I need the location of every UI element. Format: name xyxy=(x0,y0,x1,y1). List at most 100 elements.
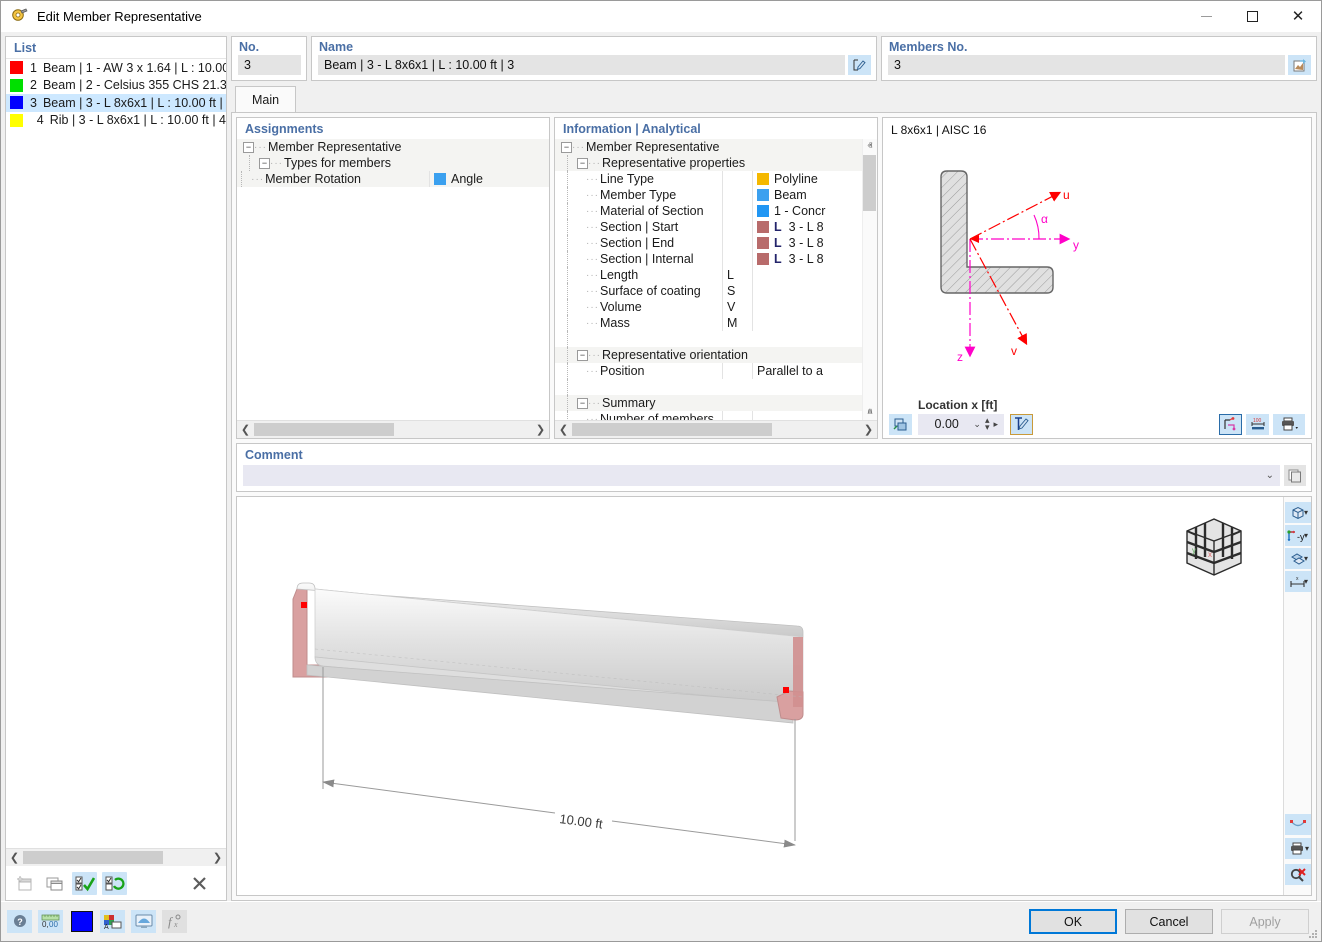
tree-row[interactable]: ···· Member Type Beam xyxy=(555,187,862,203)
scroll-right-arrow-icon[interactable]: ❯ xyxy=(860,423,877,436)
navigation-cube[interactable]: x y xyxy=(1177,509,1251,586)
scroll-track[interactable] xyxy=(23,851,209,864)
assignments-tree[interactable]: − ··· Member Representative − ··· Types … xyxy=(237,139,549,420)
scroll-thumb[interactable] xyxy=(254,423,394,436)
tree-row[interactable]: − ··· Member Representative xyxy=(237,139,549,155)
minimize-button[interactable] xyxy=(1183,1,1229,32)
chevron-down-icon[interactable]: ▾ xyxy=(1304,508,1308,517)
comment-library-icon[interactable] xyxy=(1284,465,1306,486)
label-tool-icon[interactable] xyxy=(1010,413,1033,435)
scroll-right-arrow-icon[interactable]: ❯ xyxy=(209,851,226,864)
information-horizontal-scrollbar[interactable]: ❮ ❯ xyxy=(555,420,877,438)
tree-row[interactable]: − ··· Representative orientation xyxy=(555,347,862,363)
information-vertical-scrollbar[interactable]: ⱏ ⱞ xyxy=(862,139,877,421)
scroll-left-arrow-icon[interactable]: ❮ xyxy=(6,851,23,864)
formula-button[interactable]: fx xyxy=(162,910,187,933)
chevron-down-icon[interactable]: ▾ xyxy=(1305,844,1309,853)
chevron-down-icon[interactable]: ⌄ xyxy=(1266,470,1274,481)
tree-row[interactable]: ···· Position Parallel to a xyxy=(555,363,862,379)
units-button[interactable]: 0, 00 xyxy=(38,910,63,933)
tree-row[interactable]: − ··· Types for members xyxy=(237,155,549,171)
tree-row[interactable]: ···· Mass M xyxy=(555,315,862,331)
tree-row[interactable]: ···· Line Type Polyline xyxy=(555,171,862,187)
clear-zoom-button[interactable] xyxy=(1285,864,1311,885)
section-3d-toggle-icon[interactable] xyxy=(889,413,912,435)
section-drawing[interactable]: y z u v α xyxy=(883,137,1311,410)
tree-row[interactable]: ···· Length L xyxy=(555,267,862,283)
section-title: L 8x6x1 | AISC 16 xyxy=(891,123,987,137)
item-number: 2 xyxy=(30,78,37,93)
tree-row[interactable]: ···· Volume V xyxy=(555,299,862,315)
close-button[interactable]: ✕ xyxy=(1275,1,1321,32)
scroll-up-arrow-icon[interactable]: ⱏ xyxy=(868,141,873,152)
scroll-thumb[interactable] xyxy=(863,155,876,211)
collapse-icon[interactable]: − xyxy=(577,157,588,169)
tree-connector-icon: ··· xyxy=(588,397,601,409)
pick-members-icon[interactable] xyxy=(1288,55,1311,75)
chevron-down-icon[interactable]: ⌄ xyxy=(971,419,983,430)
members-input[interactable]: 3 xyxy=(888,55,1285,75)
list-horizontal-scrollbar[interactable]: ❮ ❯ xyxy=(6,848,226,866)
spin-down-icon[interactable]: ▾ xyxy=(983,423,992,432)
scroll-thumb[interactable] xyxy=(572,423,772,437)
select-all-button[interactable] xyxy=(72,871,97,895)
collapse-icon[interactable]: − xyxy=(577,397,588,409)
chevron-down-icon[interactable]: ▾ xyxy=(1304,554,1308,563)
3d-viewport[interactable]: 10.00 ft x y ▾ -y ▾ ▾ x ▾ ▾ xyxy=(236,496,1312,896)
tree-row[interactable]: ···· Surface of coating S xyxy=(555,283,862,299)
scroll-down-arrow-icon[interactable]: ⱞ xyxy=(867,407,872,418)
next-location-icon[interactable]: ▸ xyxy=(991,419,1000,430)
comment-input[interactable]: ⌄ xyxy=(243,465,1280,486)
collapse-icon[interactable]: − xyxy=(577,349,588,361)
color-button[interactable] xyxy=(69,910,94,933)
list-item[interactable]: 1 Beam | 1 - AW 3 x 1.64 | L : 10.00 ft xyxy=(6,59,226,77)
scroll-left-arrow-icon[interactable]: ❮ xyxy=(237,423,254,436)
chevron-down-icon[interactable]: ▾ xyxy=(1304,531,1308,540)
smile-view-button[interactable] xyxy=(1285,814,1311,835)
scroll-thumb[interactable] xyxy=(23,851,163,864)
visual-button[interactable] xyxy=(131,910,156,933)
delete-item-button[interactable] xyxy=(187,872,212,895)
tree-row[interactable]: − ··· Summary xyxy=(555,395,862,411)
scroll-right-arrow-icon[interactable]: ❯ xyxy=(532,423,549,436)
display-properties-button[interactable]: A xyxy=(100,910,125,933)
list-items[interactable]: 1 Beam | 1 - AW 3 x 1.64 | L : 10.00 ft … xyxy=(6,58,226,848)
ok-button[interactable]: OK xyxy=(1029,909,1117,934)
list-item-selected[interactable]: 3 Beam | 3 - L 8x6x1 | L : 10.00 ft | 3 xyxy=(6,94,226,112)
invert-selection-button[interactable] xyxy=(102,871,127,895)
edit-name-icon[interactable] xyxy=(848,55,871,75)
chevron-down-icon[interactable]: ▾ xyxy=(1304,577,1308,586)
tree-row[interactable]: ···· Section | End L 3 - L 8 xyxy=(555,235,862,251)
collapse-icon[interactable]: − xyxy=(243,141,254,153)
scroll-track[interactable] xyxy=(572,423,860,437)
tree-row[interactable]: ···· Member Rotation Angle xyxy=(237,171,549,187)
number-input[interactable]: 3 xyxy=(238,55,301,75)
scroll-left-arrow-icon[interactable]: ❮ xyxy=(555,423,572,436)
number-label: No. xyxy=(239,40,260,54)
scroll-track[interactable] xyxy=(254,423,532,436)
information-tree[interactable]: − ··· Member Representative − ··· Repres… xyxy=(555,139,877,421)
coordinate-system-icon[interactable] xyxy=(1219,413,1242,435)
name-input[interactable]: Beam | 3 - L 8x6x1 | L : 10.00 ft | 3 xyxy=(318,55,845,75)
location-input[interactable]: 0.00 ⌄ ▴ ▾ ▸ xyxy=(918,413,1004,435)
resize-grip-icon[interactable] xyxy=(1308,929,1318,939)
assignments-horizontal-scrollbar[interactable]: ❮ ❯ xyxy=(237,420,549,438)
tab-main[interactable]: Main xyxy=(235,86,297,112)
tree-row[interactable]: ···· Number of members xyxy=(555,411,862,421)
tree-row[interactable]: − ··· Representative properties xyxy=(555,155,862,171)
list-item[interactable]: 4 Rib | 3 - L 8x6x1 | L : 10.00 ft | 4 xyxy=(6,112,226,130)
maximize-button[interactable] xyxy=(1229,1,1275,32)
copy-item-button[interactable] xyxy=(42,872,67,895)
print-icon[interactable] xyxy=(1273,413,1305,435)
collapse-icon[interactable]: − xyxy=(561,141,572,153)
tree-row[interactable]: − ··· Member Representative xyxy=(555,139,862,155)
collapse-icon[interactable]: − xyxy=(259,157,270,169)
list-item[interactable]: 2 Beam | 2 - Celsius 355 CHS 21.3x2. xyxy=(6,77,226,95)
help-button[interactable]: ? xyxy=(7,910,32,933)
new-item-button[interactable] xyxy=(12,872,37,895)
tree-row[interactable]: ···· Material of Section 1 - Concr xyxy=(555,203,862,219)
tree-row[interactable]: ···· Section | Start L 3 - L 8 xyxy=(555,219,862,235)
dimensions-icon[interactable]: 100 xyxy=(1246,413,1269,435)
cancel-button[interactable]: Cancel xyxy=(1125,909,1213,934)
tree-row[interactable]: ···· Section | Internal L 3 - L 8 xyxy=(555,251,862,267)
